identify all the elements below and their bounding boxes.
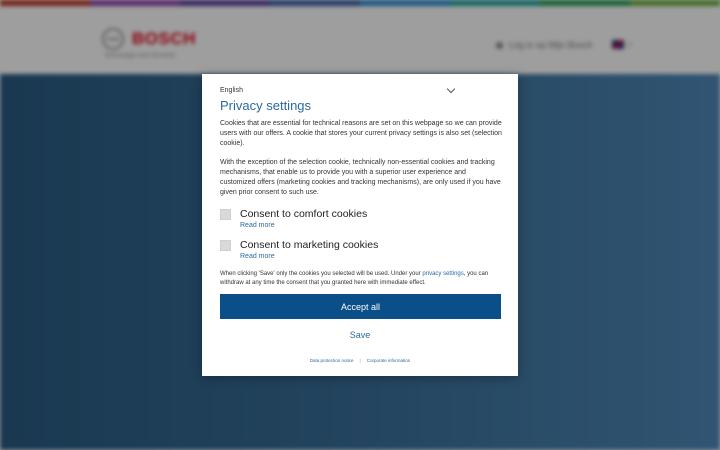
privacy-settings-link[interactable]: privacy settings [422, 271, 463, 277]
dialog-footer-links: Data protection notice | Corporate infor… [202, 358, 518, 363]
tracking-paragraph: With the exception of the selection cook… [220, 159, 501, 196]
save-button[interactable]: Save [202, 330, 518, 340]
data-protection-notice-link[interactable]: Data protection notice [310, 358, 354, 363]
language-select[interactable]: English [220, 84, 456, 94]
comfort-cookies-consent[interactable]: Consent to comfort cookies [220, 208, 367, 220]
marketing-cookies-checkbox[interactable] [220, 239, 231, 251]
comfort-cookies-label[interactable]: Consent to comfort cookies [240, 208, 367, 220]
language-select-value: English [220, 87, 243, 94]
marketing-cookies-consent[interactable]: Consent to marketing cookies [220, 239, 378, 251]
chevron-down-icon [446, 84, 456, 94]
comfort-cookies-checkbox[interactable] [220, 208, 231, 220]
privacy-settings-dialog: English Privacy settings Cookies that ar… [202, 74, 518, 376]
footer-separator: | [359, 358, 361, 363]
marketing-cookies-label[interactable]: Consent to marketing cookies [240, 239, 378, 251]
intro-paragraph: Cookies that are essential for technical… [220, 120, 502, 147]
save-info-prefix: When clicking 'Save' only the cookies yo… [220, 271, 423, 277]
dialog-title: Privacy settings [220, 98, 312, 113]
comfort-cookies-read-more-link[interactable]: Read more [240, 222, 275, 229]
save-info-text: When clicking 'Save' only the cookies yo… [220, 270, 502, 288]
corporate-information-link[interactable]: Corporate information [367, 358, 411, 363]
marketing-cookies-read-more-link[interactable]: Read more [240, 253, 275, 260]
accept-all-button[interactable]: Accept all [220, 294, 501, 319]
